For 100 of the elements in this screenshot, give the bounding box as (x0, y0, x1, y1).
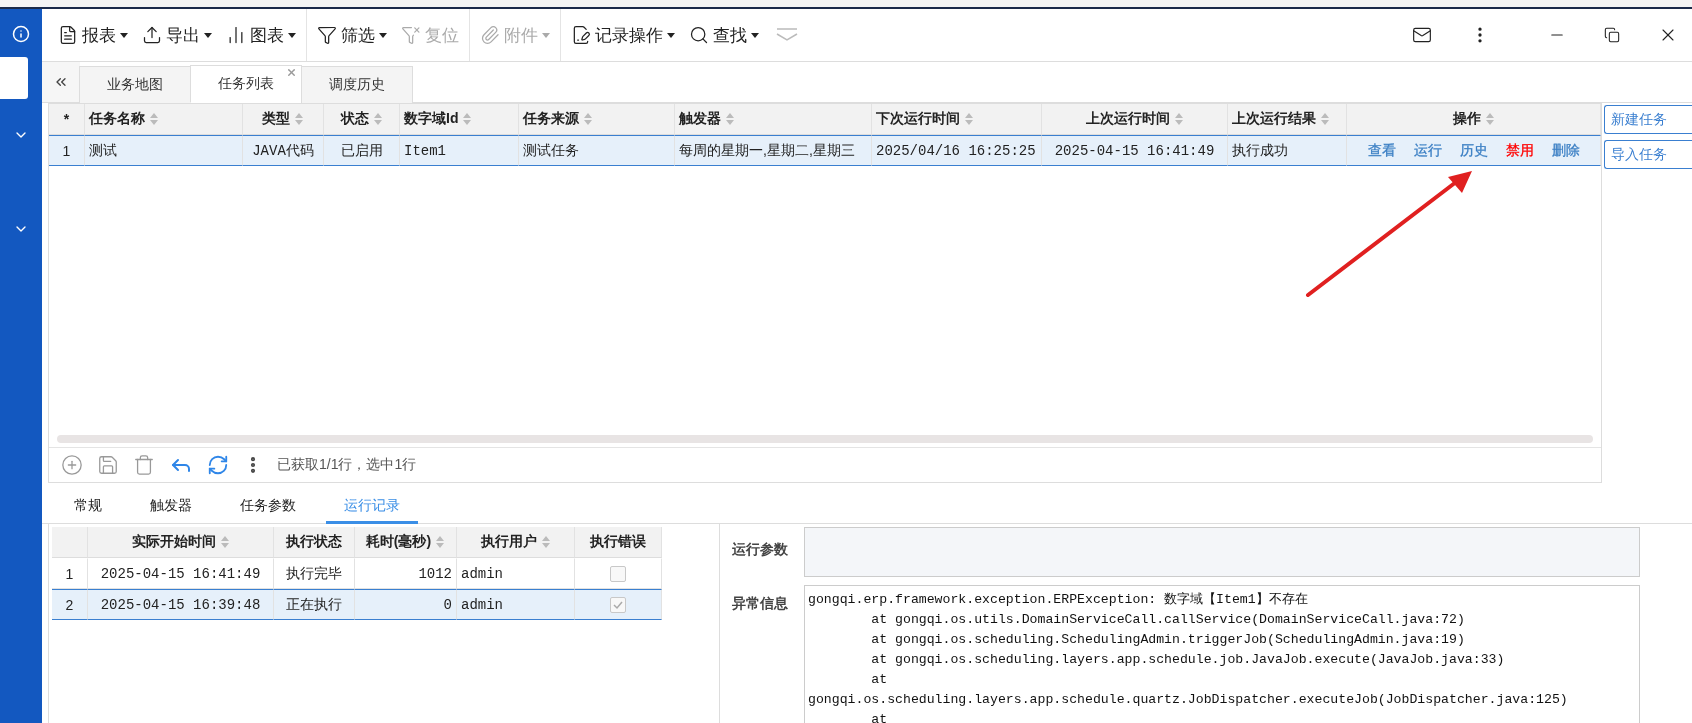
toolbar-button[interactable]: 查找 (683, 19, 765, 51)
caret-icon (542, 32, 550, 38)
toolbar-button[interactable]: 筛选 (311, 19, 393, 51)
column-header[interactable]: 执行状态 (274, 527, 355, 558)
tab[interactable]: 常规 (56, 497, 120, 524)
sort-icon[interactable] (583, 112, 593, 126)
table-cell: 执行完毕 (274, 558, 355, 589)
status-text: 已获取1/1行，选中1行 (277, 456, 417, 474)
table-cell: admin (457, 589, 575, 620)
sort-icon[interactable] (964, 112, 974, 126)
edit-document-icon (571, 25, 591, 45)
caret-icon (667, 32, 675, 38)
sort-icon[interactable] (540, 535, 551, 549)
table-cell: 执行成功 (1228, 135, 1347, 166)
sort-icon[interactable] (462, 112, 473, 126)
refresh-icon[interactable] (207, 454, 229, 476)
tab[interactable]: 触发器 (132, 497, 210, 524)
table-cell: 测试任务 (519, 135, 675, 166)
upload-icon (142, 25, 162, 45)
info-icon[interactable] (12, 25, 30, 43)
collapse-button[interactable] (42, 62, 80, 102)
table-cell: 正在执行 (274, 589, 355, 620)
sort-icon[interactable] (219, 535, 230, 549)
sort-icon[interactable] (435, 535, 446, 549)
tab[interactable]: 业务地图 (79, 66, 191, 103)
collapse-lines-icon[interactable] (775, 26, 799, 44)
checkbox[interactable] (610, 565, 626, 582)
table-cell: JAVA代码 (243, 135, 324, 166)
toolbar-button[interactable]: 报表 (52, 19, 134, 51)
toolbar-button[interactable]: 图表 (220, 19, 302, 51)
text-area[interactable]: gongqi.erp.framework.exception.ERPException: 数字域【Item1】不存在 at gongqi.os.utils.DomainServiceCall.callService(DomainServiceCall.java:72) at gongqi.os.scheduling.SchedulingAdmin.triggerJob(SchedulingAdmin.java:19) at gongqi.os.scheduling.layers.app.schedule.job.JavaJob.execute(JavaJob.java:33) at gongqi.os.scheduling.layers.app.schedule.quartz.JobDispatcher.executeJob(JobDispatcher.java:125) at (804, 585, 1640, 723)
sort-icon[interactable] (149, 112, 159, 126)
column-header[interactable]: 状态 (324, 104, 400, 135)
column-header[interactable]: * (49, 104, 85, 135)
save-icon[interactable] (97, 454, 119, 476)
column-header[interactable]: 触发器 (675, 104, 872, 135)
column-header[interactable]: 任务来源 (519, 104, 675, 135)
caret-icon (379, 32, 387, 38)
tab[interactable]: 调度历史 (301, 66, 413, 103)
table-cell: 测试 (85, 135, 243, 166)
input-field[interactable] (804, 527, 1640, 577)
sort-icon[interactable] (294, 112, 304, 126)
filter-icon (317, 25, 337, 45)
table-cell: 2025-04-15 16:39:48 (88, 589, 274, 620)
column-header[interactable]: 操作 (1347, 104, 1601, 135)
report-icon (58, 25, 78, 45)
caret-icon (204, 32, 212, 38)
table-cell: Item1 (400, 135, 519, 166)
tab[interactable]: 运行记录 (326, 497, 418, 524)
action-link[interactable]: 历史 (1459, 141, 1488, 160)
toolbar-button[interactable]: 记录操作 (565, 19, 681, 51)
add-icon[interactable] (61, 454, 83, 476)
delete-icon[interactable] (133, 454, 155, 476)
sort-icon[interactable] (1320, 112, 1330, 126)
column-header[interactable]: 执行错误 (575, 527, 662, 558)
table-cell: 2025-04-15 16:41:49 (88, 558, 274, 589)
checkbox[interactable] (610, 596, 626, 613)
column-header[interactable]: 数字域Id (400, 104, 519, 135)
side-button[interactable]: 新建任务 (1604, 105, 1692, 134)
column-header[interactable]: 耗时(毫秒) (355, 527, 457, 558)
close-tab-icon[interactable] (286, 67, 297, 78)
caret-icon (120, 32, 128, 38)
filter-clear-icon (401, 25, 421, 45)
column-header[interactable]: 上次运行结果 (1228, 104, 1347, 135)
table-cell: 已启用 (324, 135, 400, 166)
column-header[interactable]: 执行用户 (457, 527, 575, 558)
restore-icon[interactable] (1604, 27, 1620, 43)
scrollbar[interactable] (57, 435, 1593, 443)
table-cell: admin (457, 558, 575, 589)
action-link[interactable]: 运行 (1413, 141, 1442, 160)
table-cell: 1 (52, 558, 88, 589)
sort-icon[interactable] (725, 112, 735, 126)
action-link[interactable]: 查看 (1367, 141, 1396, 160)
tab[interactable]: 任务参数 (222, 497, 314, 524)
sort-icon[interactable] (1173, 112, 1184, 126)
table-cell: 每周的星期一,星期二,星期三 (675, 135, 872, 166)
field-label: 运行参数 (731, 540, 789, 559)
paperclip-icon (480, 25, 500, 45)
table-cell: 2025/04/16 16:25:25 (872, 135, 1042, 166)
column-header[interactable]: 下次运行时间 (872, 104, 1042, 135)
side-button[interactable]: 导入任务 (1604, 140, 1692, 169)
mail-icon[interactable] (1412, 25, 1432, 45)
caret-icon (288, 32, 296, 38)
sort-icon[interactable] (1484, 112, 1495, 126)
table-cell: 0 (355, 589, 457, 620)
search-icon (689, 25, 709, 45)
column-header[interactable]: 类型 (243, 104, 324, 135)
column-header (52, 527, 88, 558)
table-cell: 1 (49, 135, 85, 166)
table-cell: 1012 (355, 558, 457, 589)
action-link[interactable]: 删除 (1551, 141, 1580, 160)
field-label: 异常信息 (731, 594, 789, 613)
toolbar-button[interactable]: 导出 (136, 19, 218, 51)
caret-icon (751, 32, 759, 38)
tab[interactable]: 任务列表 (190, 65, 302, 103)
table-cell: 2 (52, 589, 88, 620)
sort-icon[interactable] (372, 112, 383, 126)
column-header[interactable]: 实际开始时间 (88, 527, 274, 558)
column-header[interactable]: 上次运行时间 (1042, 104, 1228, 135)
column-header[interactable]: 任务名称 (85, 104, 243, 135)
